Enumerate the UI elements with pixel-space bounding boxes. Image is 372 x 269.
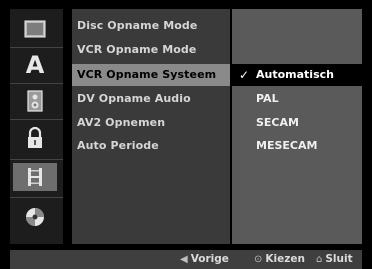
menu-item-dv-opname-audio[interactable]: DV Opname Audio	[72, 88, 230, 110]
film-icon	[28, 168, 42, 186]
left-arrow-icon: ◀	[180, 254, 188, 265]
footer-hint-bar: ◀ Vorige ⊙ Kiezen ⌂ Sluit	[10, 250, 362, 269]
menu-item-label: Disc Opname Mode	[77, 19, 198, 32]
sidebar-item-language[interactable]: A	[13, 51, 57, 79]
menu-item-label: VCR Opname Mode	[77, 43, 197, 56]
option-label: SECAM	[256, 116, 299, 129]
back-hint[interactable]: ◀ Vorige	[180, 250, 229, 269]
sidebar-item-lock[interactable]	[13, 124, 57, 152]
menu-item-auto-periode[interactable]: Auto Periode	[72, 135, 230, 157]
checkmark-icon: ✓	[239, 68, 250, 82]
menu-item-label: AV2 Opnemen	[77, 116, 166, 129]
setup-button-icon: ⌂	[316, 254, 323, 265]
menu-item-label: DV Opname Audio	[77, 92, 191, 105]
sidebar-item-recording[interactable]	[13, 163, 57, 191]
menu-item-label: VCR Opname Systeem	[77, 68, 217, 81]
sidebar-item-disc[interactable]	[13, 15, 57, 43]
close-hint[interactable]: ⌂ Sluit	[316, 250, 353, 269]
options-panel: ✓ Automatisch PAL SECAM MESECAM	[232, 9, 362, 244]
back-label: Vorige	[190, 253, 229, 265]
language-a-icon: A	[25, 51, 45, 79]
menu-item-vcr-opname-mode[interactable]: VCR Opname Mode	[72, 39, 230, 61]
speaker-icon	[27, 90, 43, 112]
lock-icon	[28, 126, 42, 148]
select-hint[interactable]: ⊙ Kiezen	[254, 250, 305, 269]
disc-reel-icon	[26, 208, 44, 226]
option-secam[interactable]: SECAM	[232, 112, 362, 134]
option-label: Automatisch	[256, 68, 334, 81]
close-label: Sluit	[325, 253, 353, 265]
settings-menu: Disc Opname Mode VCR Opname Mode VCR Opn…	[72, 9, 230, 244]
option-mesecam[interactable]: MESECAM	[232, 135, 362, 157]
enter-button-icon: ⊙	[254, 254, 263, 265]
option-pal[interactable]: PAL	[232, 88, 362, 110]
menu-item-av2-opnemen[interactable]: AV2 Opnemen	[72, 112, 230, 134]
sidebar-item-disc-settings[interactable]	[13, 203, 57, 231]
option-label: PAL	[256, 92, 279, 105]
select-label: Kiezen	[265, 253, 305, 265]
sidebar-item-audio[interactable]	[13, 87, 57, 115]
menu-item-vcr-opname-systeem[interactable]: VCR Opname Systeem	[72, 64, 230, 86]
option-label: MESECAM	[256, 139, 318, 152]
option-automatisch[interactable]: ✓ Automatisch	[232, 64, 362, 86]
category-sidebar: A	[10, 9, 63, 244]
disc-icon	[24, 20, 46, 38]
menu-item-label: Auto Periode	[77, 139, 159, 152]
menu-item-disc-opname-mode[interactable]: Disc Opname Mode	[72, 15, 230, 37]
